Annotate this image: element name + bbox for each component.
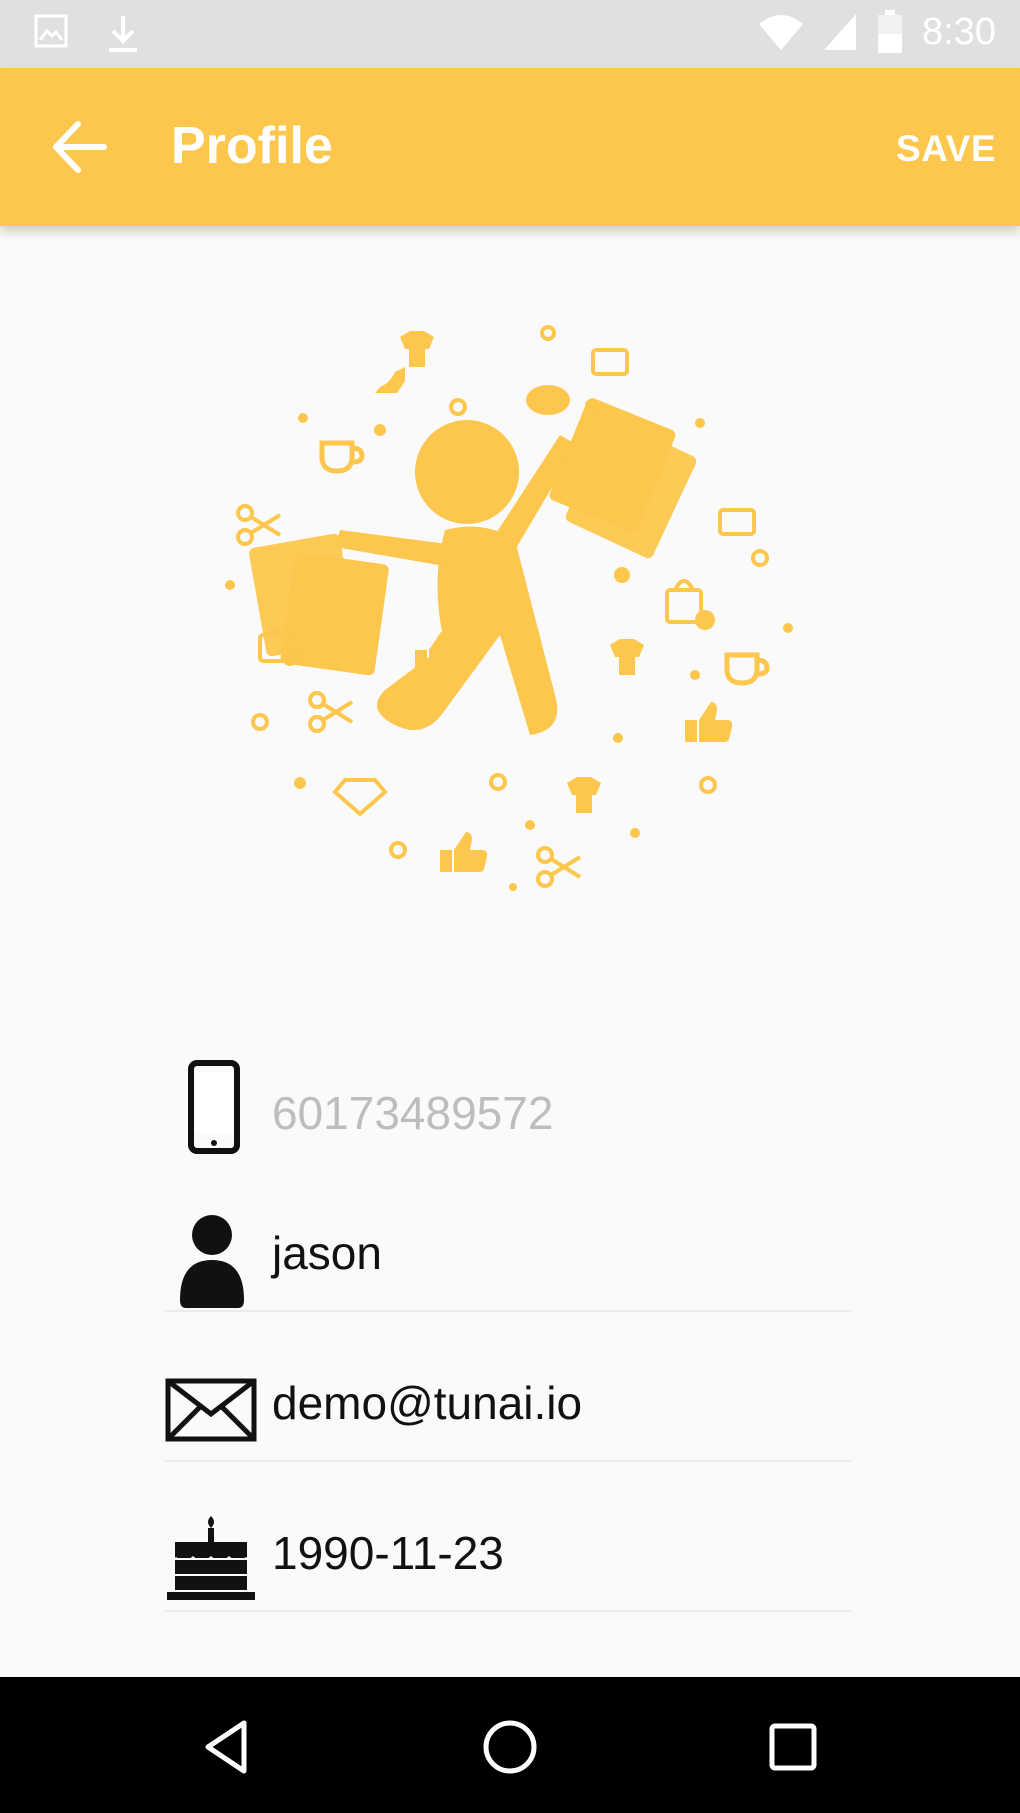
- status-bar: 8:30: [0, 0, 1020, 68]
- phone-icon: [188, 1060, 240, 1154]
- email-input[interactable]: demo@tunai.io: [272, 1376, 582, 1430]
- birthday-cake-icon: [167, 1516, 255, 1600]
- name-input[interactable]: jason: [272, 1226, 382, 1280]
- birthday-field[interactable]: 1990-11-23: [165, 1500, 851, 1612]
- nav-back-icon: [205, 1720, 247, 1774]
- email-underline: [165, 1460, 851, 1462]
- email-field[interactable]: demo@tunai.io: [165, 1350, 851, 1462]
- phone-value: 60173489572: [272, 1087, 554, 1139]
- envelope-icon: [165, 1378, 257, 1442]
- nav-recents-button[interactable]: [763, 1717, 823, 1777]
- birthday-underline: [165, 1610, 851, 1612]
- status-time: 8:30: [922, 10, 996, 53]
- page-title: Profile: [171, 117, 333, 175]
- birthday-input[interactable]: 1990-11-23: [272, 1526, 504, 1580]
- phone-field: 60173489572: [165, 1060, 851, 1172]
- shopping-person-illustration: [225, 325, 793, 891]
- system-nav-bar: [0, 1677, 1020, 1813]
- nav-home-icon: [483, 1720, 537, 1774]
- back-button[interactable]: [48, 118, 110, 176]
- signal-icon: [824, 14, 857, 50]
- nav-back-button[interactable]: [198, 1717, 258, 1777]
- wifi-icon: [759, 15, 804, 50]
- gallery-icon: [34, 14, 68, 48]
- nav-recents-icon: [769, 1723, 817, 1771]
- name-field[interactable]: jason: [165, 1200, 851, 1312]
- person-icon: [180, 1215, 244, 1308]
- download-icon: [109, 16, 137, 52]
- battery-icon: [878, 10, 903, 53]
- nav-home-button[interactable]: [480, 1717, 540, 1777]
- app-bar: Profile SAVE: [0, 68, 1020, 226]
- save-button[interactable]: SAVE: [896, 128, 996, 170]
- back-arrow-icon: [53, 121, 107, 173]
- name-underline: [165, 1310, 851, 1312]
